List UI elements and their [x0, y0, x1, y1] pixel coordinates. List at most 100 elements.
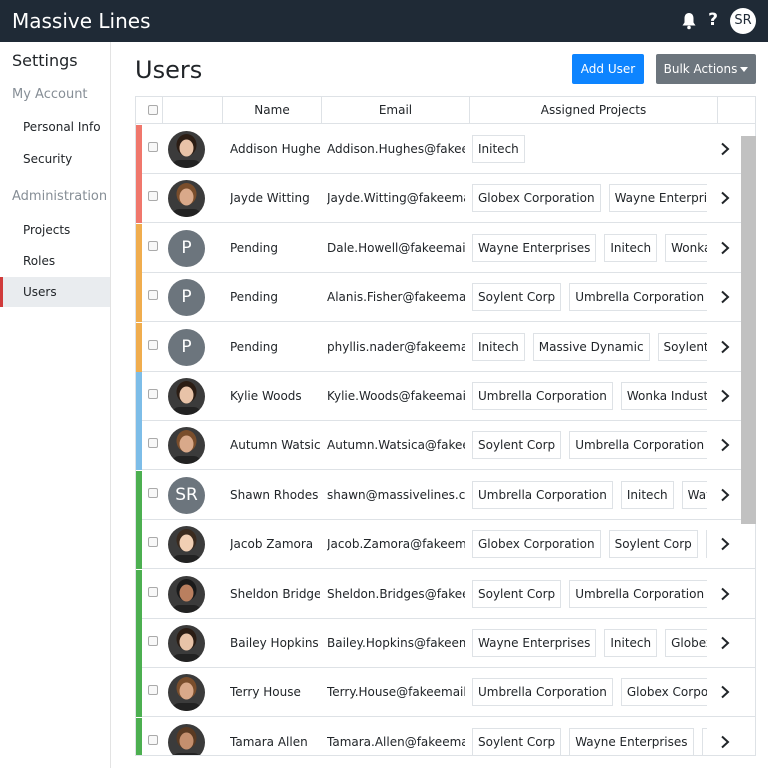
user-email: phyllis.nader@fakeemail.com	[327, 340, 465, 354]
project-tag[interactable]: Wonka Industries	[701, 728, 707, 755]
project-tag[interactable]: Wayne Enterprises	[569, 728, 694, 755]
table-row[interactable]: Sheldon Bridges Sheldon.Bridges@fakeemail…	[136, 570, 755, 619]
table-scrollbar[interactable]	[741, 136, 756, 524]
project-tag[interactable]: Wayne Enterprises	[472, 629, 597, 657]
help-icon[interactable]: ?	[705, 8, 721, 32]
project-tag[interactable]: Globex Corporation	[665, 629, 707, 657]
project-tag[interactable]: Initech	[604, 234, 658, 262]
app-title[interactable]: Massive Lines	[12, 9, 151, 33]
project-tag[interactable]: Umbrella Corporation	[569, 283, 707, 311]
status-indicator	[136, 174, 142, 223]
project-tag[interactable]: Initech	[472, 135, 525, 163]
row-checkbox[interactable]	[148, 290, 158, 300]
project-tag[interactable]: Soylent Corp	[608, 530, 698, 558]
sidebar-item-personal-info[interactable]: Personal Info	[0, 112, 110, 142]
table-row[interactable]: Bailey Hopkins Bailey.Hopkins@fakeemail.c…	[136, 619, 755, 668]
table-row[interactable]: P Pending Alanis.Fisher@fakeemail.com Soyle…	[136, 273, 755, 322]
row-checkbox[interactable]	[148, 537, 158, 547]
sidebar-item-security[interactable]: Security	[0, 144, 110, 174]
table-row[interactable]: Kylie Woods Kylie.Woods@fakeemail.com Umbr…	[136, 372, 755, 421]
table-row[interactable]: Jayde Witting Jayde.Witting@fakeemail.com…	[136, 174, 755, 223]
chevron-right-icon[interactable]	[719, 290, 731, 304]
chevron-right-icon[interactable]	[719, 735, 731, 749]
project-tag[interactable]: Initech	[472, 333, 525, 361]
project-tag[interactable]: Umbrella Corporation	[472, 382, 613, 410]
project-tag[interactable]: Umbrella Corporation	[569, 580, 707, 608]
chevron-right-icon[interactable]	[719, 438, 731, 452]
bell-icon[interactable]	[681, 12, 697, 30]
project-tag[interactable]: Wayne Enterprises	[472, 234, 597, 262]
project-tag[interactable]: Soylent Corp	[472, 283, 562, 311]
project-tag[interactable]: Globex Corporation	[472, 184, 601, 212]
project-tag[interactable]: Wayne Enterprises	[608, 184, 707, 212]
table-row[interactable]: P Pending Dale.Howell@fakeemail.com Wayne E…	[136, 224, 755, 273]
project-tag[interactable]: Soylent Corp	[657, 333, 707, 361]
project-tag[interactable]: Soylent Corp	[472, 580, 562, 608]
user-avatar[interactable]: SR	[730, 8, 756, 34]
chevron-right-icon[interactable]	[719, 142, 731, 156]
sidebar-item-users[interactable]: Users	[0, 277, 110, 307]
table-body: Addison Hughes Addison.Hughes@fakeemail.c…	[136, 125, 755, 755]
row-checkbox[interactable]	[148, 142, 158, 152]
project-tag[interactable]: Soylent Corp	[472, 728, 562, 755]
row-checkbox[interactable]	[148, 191, 158, 201]
add-user-button[interactable]: Add User	[572, 54, 644, 84]
user-email: Jacob.Zamora@fakeemail.com	[327, 537, 465, 551]
row-checkbox[interactable]	[148, 438, 158, 448]
project-tag[interactable]: Massive Dynamic	[532, 333, 650, 361]
project-tag[interactable]: Globex Corpora...	[620, 678, 707, 706]
chevron-right-icon[interactable]	[719, 685, 731, 699]
sidebar-item-roles[interactable]: Roles	[0, 246, 110, 276]
project-tag[interactable]: Initech	[604, 629, 658, 657]
assigned-projects: Soylent Corp Wayne Enterprises Wonka Indus…	[472, 718, 707, 755]
table-row[interactable]: Autumn Watsica Autumn.Watsica@fakeemail.c…	[136, 421, 755, 470]
chevron-right-icon[interactable]	[719, 340, 731, 354]
user-name: Jayde Witting	[230, 191, 310, 205]
project-tag[interactable]: Soylent Corp	[472, 431, 562, 459]
status-indicator	[136, 273, 142, 322]
table-row[interactable]: SR Shawn Rhodes shawn@massivelines.com Umbr…	[136, 471, 755, 520]
project-tag[interactable]: Wonka Industries	[665, 234, 707, 262]
row-checkbox[interactable]	[148, 389, 158, 399]
row-checkbox[interactable]	[148, 340, 158, 350]
table-header: Name Email Assigned Projects	[136, 97, 755, 124]
row-checkbox[interactable]	[148, 735, 158, 745]
row-checkbox[interactable]	[148, 241, 158, 251]
chevron-right-icon[interactable]	[719, 636, 731, 650]
table-row[interactable]: P Pending phyllis.nader@fakeemail.com Inite…	[136, 323, 755, 372]
chevron-right-icon[interactable]	[719, 587, 731, 601]
user-email: shawn@massivelines.com	[327, 488, 465, 502]
status-indicator	[136, 421, 142, 470]
select-all-checkbox[interactable]	[148, 105, 158, 115]
sidebar-item-projects[interactable]: Projects	[0, 215, 110, 245]
project-tag[interactable]: Globex Corporation	[472, 530, 601, 558]
projects-column-header[interactable]: Assigned Projects	[470, 97, 718, 124]
project-tag[interactable]: Umbrella Corporation	[705, 530, 707, 558]
chevron-right-icon[interactable]	[719, 389, 731, 403]
user-name: Sheldon Bridges	[230, 587, 320, 601]
user-photo	[168, 131, 205, 168]
project-tag[interactable]: Wayne Enterprises	[681, 481, 707, 509]
project-tag[interactable]: Umbrella Corporation	[569, 431, 707, 459]
table-row[interactable]: Terry House Terry.House@fakeemail.com Umbr…	[136, 668, 755, 717]
row-checkbox[interactable]	[148, 685, 158, 695]
project-tag[interactable]: Wonka Industri...	[620, 382, 707, 410]
user-email: Alanis.Fisher@fakeemail.com	[327, 290, 465, 304]
user-name: Bailey Hopkins	[230, 636, 319, 650]
table-row[interactable]: Addison Hughes Addison.Hughes@fakeemail.c…	[136, 125, 755, 174]
project-tag[interactable]: Umbrella Corporation	[472, 678, 613, 706]
chevron-right-icon[interactable]	[719, 191, 731, 205]
row-checkbox[interactable]	[148, 636, 158, 646]
chevron-right-icon[interactable]	[719, 537, 731, 551]
project-tag[interactable]: Umbrella Corporation	[472, 481, 613, 509]
name-column-header[interactable]: Name	[223, 97, 322, 124]
chevron-right-icon[interactable]	[719, 241, 731, 255]
chevron-right-icon[interactable]	[719, 488, 731, 502]
table-row[interactable]: Tamara Allen Tamara.Allen@fakeemail.com So…	[136, 718, 755, 755]
project-tag[interactable]: Initech	[620, 481, 674, 509]
email-column-header[interactable]: Email	[322, 97, 470, 124]
bulk-actions-button[interactable]: Bulk Actions	[656, 54, 756, 84]
row-checkbox[interactable]	[148, 488, 158, 498]
table-row[interactable]: Jacob Zamora Jacob.Zamora@fakeemail.com Gl…	[136, 520, 755, 569]
row-checkbox[interactable]	[148, 587, 158, 597]
